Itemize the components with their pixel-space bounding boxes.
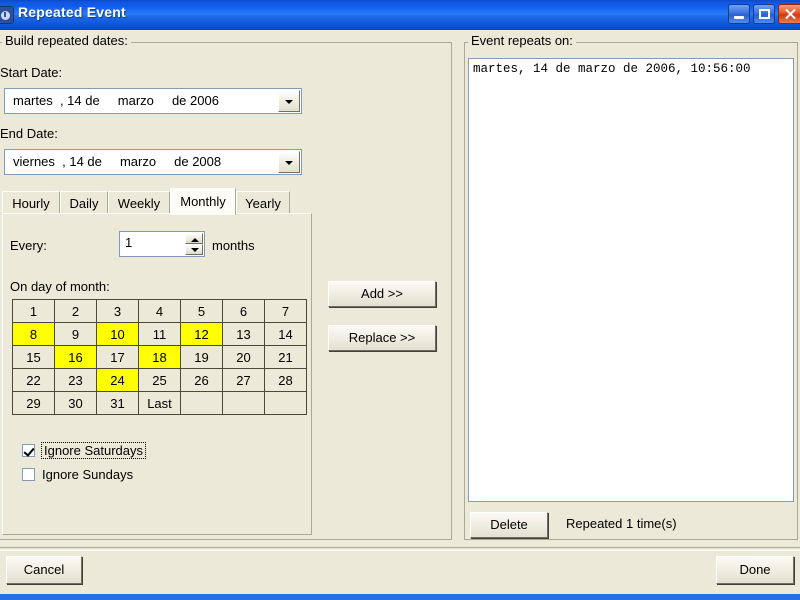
stepper-up-icon[interactable] bbox=[185, 233, 203, 244]
day-cell-15[interactable]: 15 bbox=[12, 345, 55, 369]
day-cell-3[interactable]: 3 bbox=[96, 299, 139, 323]
recurrence-tabs: Hourly Daily Weekly Monthly Yearly bbox=[2, 188, 312, 215]
end-date-label: End Date: bbox=[0, 126, 58, 141]
day-cell-7[interactable]: 7 bbox=[264, 299, 307, 323]
chevron-down-icon[interactable] bbox=[278, 151, 300, 173]
add-button[interactable]: Add >> bbox=[328, 281, 436, 307]
ignore-saturdays-row[interactable]: Ignore Saturdays bbox=[22, 442, 147, 459]
months-unit-label: months bbox=[212, 238, 255, 253]
ignore-saturdays-checkbox[interactable] bbox=[22, 444, 35, 457]
close-button[interactable] bbox=[778, 4, 800, 24]
stepper-down-icon[interactable] bbox=[185, 244, 203, 255]
ignore-sundays-checkbox[interactable] bbox=[22, 468, 35, 481]
replace-button[interactable]: Replace >> bbox=[328, 325, 436, 351]
day-cell-25[interactable]: 25 bbox=[138, 368, 181, 392]
tab-monthly[interactable]: Monthly bbox=[170, 188, 236, 215]
day-cell-24[interactable]: 24 bbox=[96, 368, 139, 392]
day-cell-1[interactable]: 1 bbox=[12, 299, 55, 323]
day-cell-5[interactable]: 5 bbox=[180, 299, 223, 323]
on-day-of-month-label: On day of month: bbox=[10, 279, 110, 294]
repeated-event-window: Repeated Event Build repeated dates: Eve… bbox=[0, 0, 800, 600]
day-cell-28[interactable]: 28 bbox=[264, 368, 307, 392]
every-interval-value: 1 bbox=[125, 235, 133, 250]
day-cell-last[interactable]: Last bbox=[138, 391, 181, 415]
end-date-picker[interactable]: viernes , 14 de marzo de 2008 bbox=[4, 149, 302, 175]
day-cell-8[interactable]: 8 bbox=[12, 322, 55, 346]
done-button[interactable]: Done bbox=[716, 556, 794, 584]
chevron-down-icon[interactable] bbox=[278, 90, 300, 112]
day-cell-17[interactable]: 17 bbox=[96, 345, 139, 369]
tab-weekly[interactable]: Weekly bbox=[108, 191, 170, 214]
build-repeated-dates-legend: Build repeated dates: bbox=[2, 33, 131, 48]
maximize-button[interactable] bbox=[753, 4, 775, 24]
delete-button[interactable]: Delete bbox=[470, 512, 548, 538]
minimize-button[interactable] bbox=[728, 4, 750, 24]
event-repeats-on-legend: Event repeats on: bbox=[468, 33, 576, 48]
start-date-label: Start Date: bbox=[0, 65, 63, 80]
day-grid-row: 22 23 24 25 26 27 28 bbox=[12, 368, 307, 392]
day-cell-29[interactable]: 29 bbox=[12, 391, 55, 415]
day-cell-23[interactable]: 23 bbox=[54, 368, 97, 392]
day-grid-row: 1234567 bbox=[12, 299, 307, 323]
day-cell-13[interactable]: 13 bbox=[222, 322, 265, 346]
tab-daily[interactable]: Daily bbox=[60, 191, 108, 214]
tab-hourly[interactable]: Hourly bbox=[2, 191, 60, 214]
event-occurrences-list[interactable]: martes, 14 de marzo de 2006, 10:56:00 bbox=[468, 58, 794, 502]
day-grid-row: 15 16 17 18 19 20 21 bbox=[12, 345, 307, 369]
day-cell-19[interactable]: 19 bbox=[180, 345, 223, 369]
day-cell-9[interactable]: 9 bbox=[54, 322, 97, 346]
day-cell-11[interactable]: 11 bbox=[138, 322, 181, 346]
start-date-picker[interactable]: martes , 14 de marzo de 2006 bbox=[4, 88, 302, 114]
day-cell-21[interactable]: 21 bbox=[264, 345, 307, 369]
ignore-sundays-row[interactable]: Ignore Sundays bbox=[22, 467, 133, 482]
day-cell-empty bbox=[180, 391, 223, 415]
taskbar-strip bbox=[0, 594, 800, 600]
day-grid-row: 8 9 10 11 12 13 14 bbox=[12, 322, 307, 346]
ignore-saturdays-label: Ignore Saturdays bbox=[40, 442, 147, 459]
day-cell-22[interactable]: 22 bbox=[12, 368, 55, 392]
day-cell-empty bbox=[222, 391, 265, 415]
day-cell-empty bbox=[264, 391, 307, 415]
day-grid-row: 29 30 31 Last bbox=[12, 391, 307, 415]
title-bar: Repeated Event bbox=[0, 0, 800, 30]
day-cell-30[interactable]: 30 bbox=[54, 391, 97, 415]
day-cell-14[interactable]: 14 bbox=[264, 322, 307, 346]
window-title: Repeated Event bbox=[18, 4, 126, 20]
list-item[interactable]: martes, 14 de marzo de 2006, 10:56:00 bbox=[469, 59, 793, 76]
day-cell-20[interactable]: 20 bbox=[222, 345, 265, 369]
day-cell-26[interactable]: 26 bbox=[180, 368, 223, 392]
day-cell-12[interactable]: 12 bbox=[180, 322, 223, 346]
end-date-value: viernes , 14 de marzo de 2008 bbox=[13, 154, 222, 169]
day-cell-31[interactable]: 31 bbox=[96, 391, 139, 415]
day-cell-10[interactable]: 10 bbox=[96, 322, 139, 346]
app-icon bbox=[0, 6, 14, 24]
day-cell-6[interactable]: 6 bbox=[222, 299, 265, 323]
cancel-button[interactable]: Cancel bbox=[6, 556, 82, 584]
day-cell-16[interactable]: 16 bbox=[54, 345, 97, 369]
repeat-count-status: Repeated 1 time(s) bbox=[566, 516, 677, 531]
day-cell-2[interactable]: 2 bbox=[54, 299, 97, 323]
footer-divider bbox=[0, 547, 800, 551]
day-cell-18[interactable]: 18 bbox=[138, 345, 181, 369]
every-interval-stepper[interactable]: 1 bbox=[119, 231, 205, 257]
day-of-month-grid[interactable]: 1 2 3 4 5 6 7 8 9 10 11 12 13 14 15 16 17 18 19 20 21 22 23 24 2… bbox=[12, 299, 307, 415]
tab-yearly[interactable]: Yearly bbox=[236, 191, 290, 214]
start-date-value: martes , 14 de marzo de 2006 bbox=[13, 93, 219, 108]
every-label: Every: bbox=[10, 238, 47, 253]
day-cell-4[interactable]: 4 bbox=[138, 299, 181, 323]
day-cell-27[interactable]: 27 bbox=[222, 368, 265, 392]
ignore-sundays-label: Ignore Sundays bbox=[42, 467, 134, 482]
